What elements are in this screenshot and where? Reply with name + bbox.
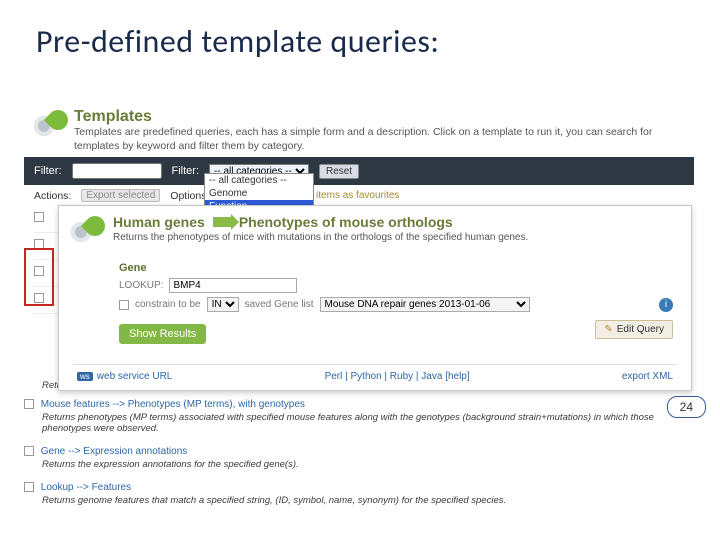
template-description: Returns the phenotypes of mice with muta…	[113, 232, 528, 243]
info-icon[interactable]: i	[659, 298, 673, 312]
template-link[interactable]: Gene --> Expression annotations	[41, 446, 187, 457]
edit-query-button[interactable]: ✎Edit Query	[595, 320, 673, 339]
templates-logo-icon	[34, 108, 68, 142]
filter-label-text: Filter:	[34, 165, 62, 177]
row-checkbox[interactable]	[24, 399, 34, 409]
export-selected-button[interactable]: Export selected	[81, 189, 160, 202]
filter-label-category: Filter:	[172, 165, 200, 177]
row-checkbox[interactable]	[24, 482, 34, 492]
template-run-panel: Human genes Phenotypes of mouse ortholog…	[58, 205, 692, 391]
code-languages-links[interactable]: Perl | Python | Ruby | Java [help]	[325, 371, 470, 382]
template-title-right: Phenotypes of mouse orthologs	[239, 214, 453, 230]
slide-title: Pre-defined template queries:	[0, 0, 720, 69]
actions-row: Actions: Export selected Options: M ★ Lo…	[24, 185, 694, 206]
saved-list-label: saved Gene list	[245, 299, 314, 310]
template-list-lower: Returns mouse genotypes (models) associa…	[24, 380, 684, 518]
web-service-link[interactable]: wsweb service URL	[77, 371, 172, 382]
list-item[interactable]: Lookup --> Features Returns genome featu…	[24, 482, 684, 506]
reset-button[interactable]: Reset	[319, 164, 359, 179]
constrain-op-select[interactable]: IN	[207, 297, 239, 312]
list-item[interactable]: Gene --> Expression annotations Returns …	[24, 446, 684, 470]
actions-label: Actions:	[34, 190, 71, 202]
list-item-desc: Returns genome features that match a spe…	[42, 495, 684, 506]
template-form: Gene LOOKUP: constrain to be IN saved Ge…	[59, 254, 691, 354]
template-run-header: Human genes Phenotypes of mouse ortholog…	[59, 206, 691, 254]
lookup-label: LOOKUP:	[119, 280, 163, 291]
template-title: Human genes Phenotypes of mouse ortholog…	[113, 214, 528, 230]
row-checkbox[interactable]	[24, 446, 34, 456]
list-item[interactable]: Mouse features --> Phenotypes (MP terms)…	[24, 399, 684, 434]
template-title-left: Human genes	[113, 214, 205, 230]
dropdown-option[interactable]: Genome	[205, 187, 313, 200]
pencil-icon: ✎	[604, 324, 612, 335]
ws-badge-icon: ws	[77, 372, 93, 381]
gene-section-label: Gene	[119, 262, 673, 274]
templates-subheading: Templates are predefined queries, each h…	[74, 126, 684, 153]
export-xml-link[interactable]: export XML	[622, 371, 673, 382]
page-number-badge: 24	[667, 396, 706, 418]
arrow-right-icon	[213, 217, 231, 227]
highlight-box	[24, 248, 54, 306]
constrain-checkbox[interactable]	[119, 300, 129, 310]
list-item-desc: Returns the expression annotations for t…	[42, 459, 684, 470]
template-footer: wsweb service URL Perl | Python | Ruby |…	[73, 364, 677, 390]
constrain-label: constrain to be	[135, 299, 201, 310]
filter-bar: Filter: Filter: -- all categories -- Res…	[24, 157, 694, 185]
list-item-desc: Returns phenotypes (MP terms) associated…	[42, 412, 684, 434]
templates-logo-icon	[71, 214, 105, 248]
template-link[interactable]: Mouse features --> Phenotypes (MP terms)…	[41, 399, 305, 410]
filter-text-input[interactable]	[72, 163, 162, 179]
templates-heading: Templates	[74, 108, 684, 126]
dropdown-option[interactable]: -- all categories --	[205, 174, 313, 187]
show-results-button[interactable]: Show Results	[119, 324, 206, 344]
templates-header: Templates Templates are predefined queri…	[24, 102, 694, 157]
lookup-input[interactable]	[169, 278, 297, 293]
saved-list-select[interactable]: Mouse DNA repair genes 2013-01-06	[320, 297, 530, 312]
template-link[interactable]: Lookup --> Features	[41, 482, 131, 493]
